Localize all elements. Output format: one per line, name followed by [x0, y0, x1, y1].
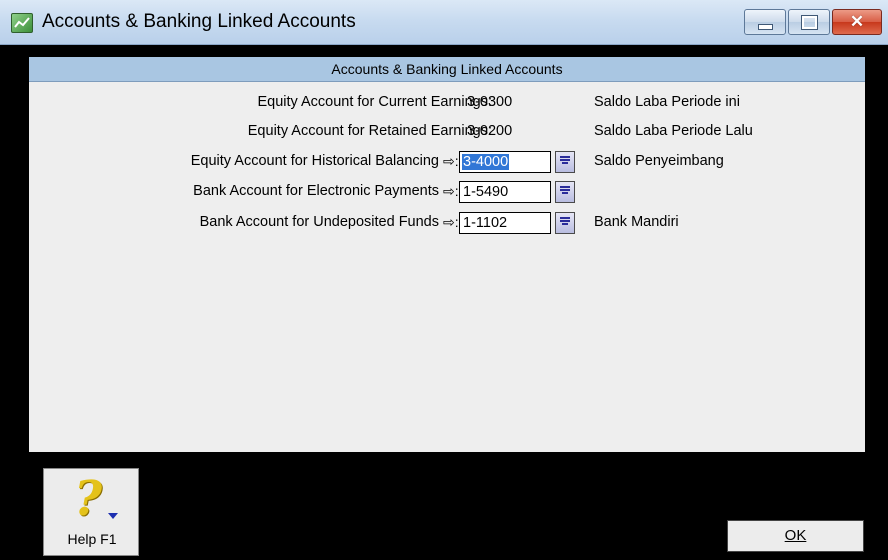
electronic-payments-account-input[interactable]: 1-5490	[459, 181, 551, 203]
list-icon	[560, 186, 570, 198]
help-button-label: Help F1	[67, 531, 117, 547]
window-title: Accounts & Banking Linked Accounts	[42, 11, 356, 32]
row-label-retained-earnings: Equity Account for Retained Earnings:	[247, 123, 492, 139]
close-icon: ✕	[849, 12, 865, 31]
row-label-current-earnings: Equity Account for Current Earnings:	[257, 94, 492, 110]
panel-header: Accounts & Banking Linked Accounts	[29, 57, 865, 82]
account-desc-retained-earnings: Saldo Laba Periode Lalu	[594, 123, 753, 139]
historical-balancing-account-value: 3-4000	[462, 154, 510, 170]
account-desc-undeposited-funds: Bank Mandiri	[594, 214, 679, 230]
list-icon	[560, 217, 570, 229]
undeposited-funds-account-value: 1-1102	[463, 215, 508, 231]
help-icon: ?	[74, 471, 103, 527]
account-desc-current-earnings: Saldo Laba Periode ini	[594, 94, 740, 110]
account-lookup-button[interactable]	[555, 181, 575, 203]
row-label-historical-balancing: Equity Account for Historical Balancing	[190, 153, 439, 169]
dropdown-caret-icon	[108, 513, 118, 519]
account-value-current-earnings: 3-0300	[467, 94, 513, 110]
ok-button-label: OK	[784, 527, 807, 544]
title-bar[interactable]: Accounts & Banking Linked Accounts ✕	[0, 0, 888, 45]
account-desc-historical-balancing: Saldo Penyeimbang	[594, 153, 724, 169]
electronic-payments-account-value: 1-5490	[463, 184, 509, 200]
link-arrow-icon[interactable]: ⇨:	[443, 183, 459, 200]
link-arrow-icon[interactable]: ⇨:	[443, 214, 459, 231]
maximize-icon	[801, 15, 818, 30]
account-lookup-button[interactable]	[555, 151, 575, 173]
help-button[interactable]: ? Help F1	[43, 468, 139, 556]
window: Accounts & Banking Linked Accounts ✕ Acc…	[0, 0, 888, 560]
row-label-undeposited-funds: Bank Account for Undeposited Funds	[199, 214, 439, 230]
account-value-retained-earnings: 3-0200	[467, 123, 513, 139]
minimize-icon	[758, 24, 773, 30]
row-label-electronic-payments: Bank Account for Electronic Payments	[193, 183, 439, 199]
list-icon	[560, 156, 570, 168]
account-lookup-button[interactable]	[555, 212, 575, 234]
link-arrow-icon[interactable]: ⇨:	[443, 153, 459, 170]
ok-button[interactable]: OK	[727, 520, 864, 552]
undeposited-funds-account-input[interactable]: 1-1102	[459, 212, 551, 234]
app-icon	[11, 13, 33, 33]
close-button[interactable]: ✕	[832, 9, 882, 35]
historical-balancing-account-input[interactable]: 3-4000	[459, 151, 551, 173]
maximize-button[interactable]	[788, 9, 830, 35]
minimize-button[interactable]	[744, 9, 786, 35]
linked-accounts-panel: Accounts & Banking Linked Accounts Equit…	[29, 57, 865, 452]
